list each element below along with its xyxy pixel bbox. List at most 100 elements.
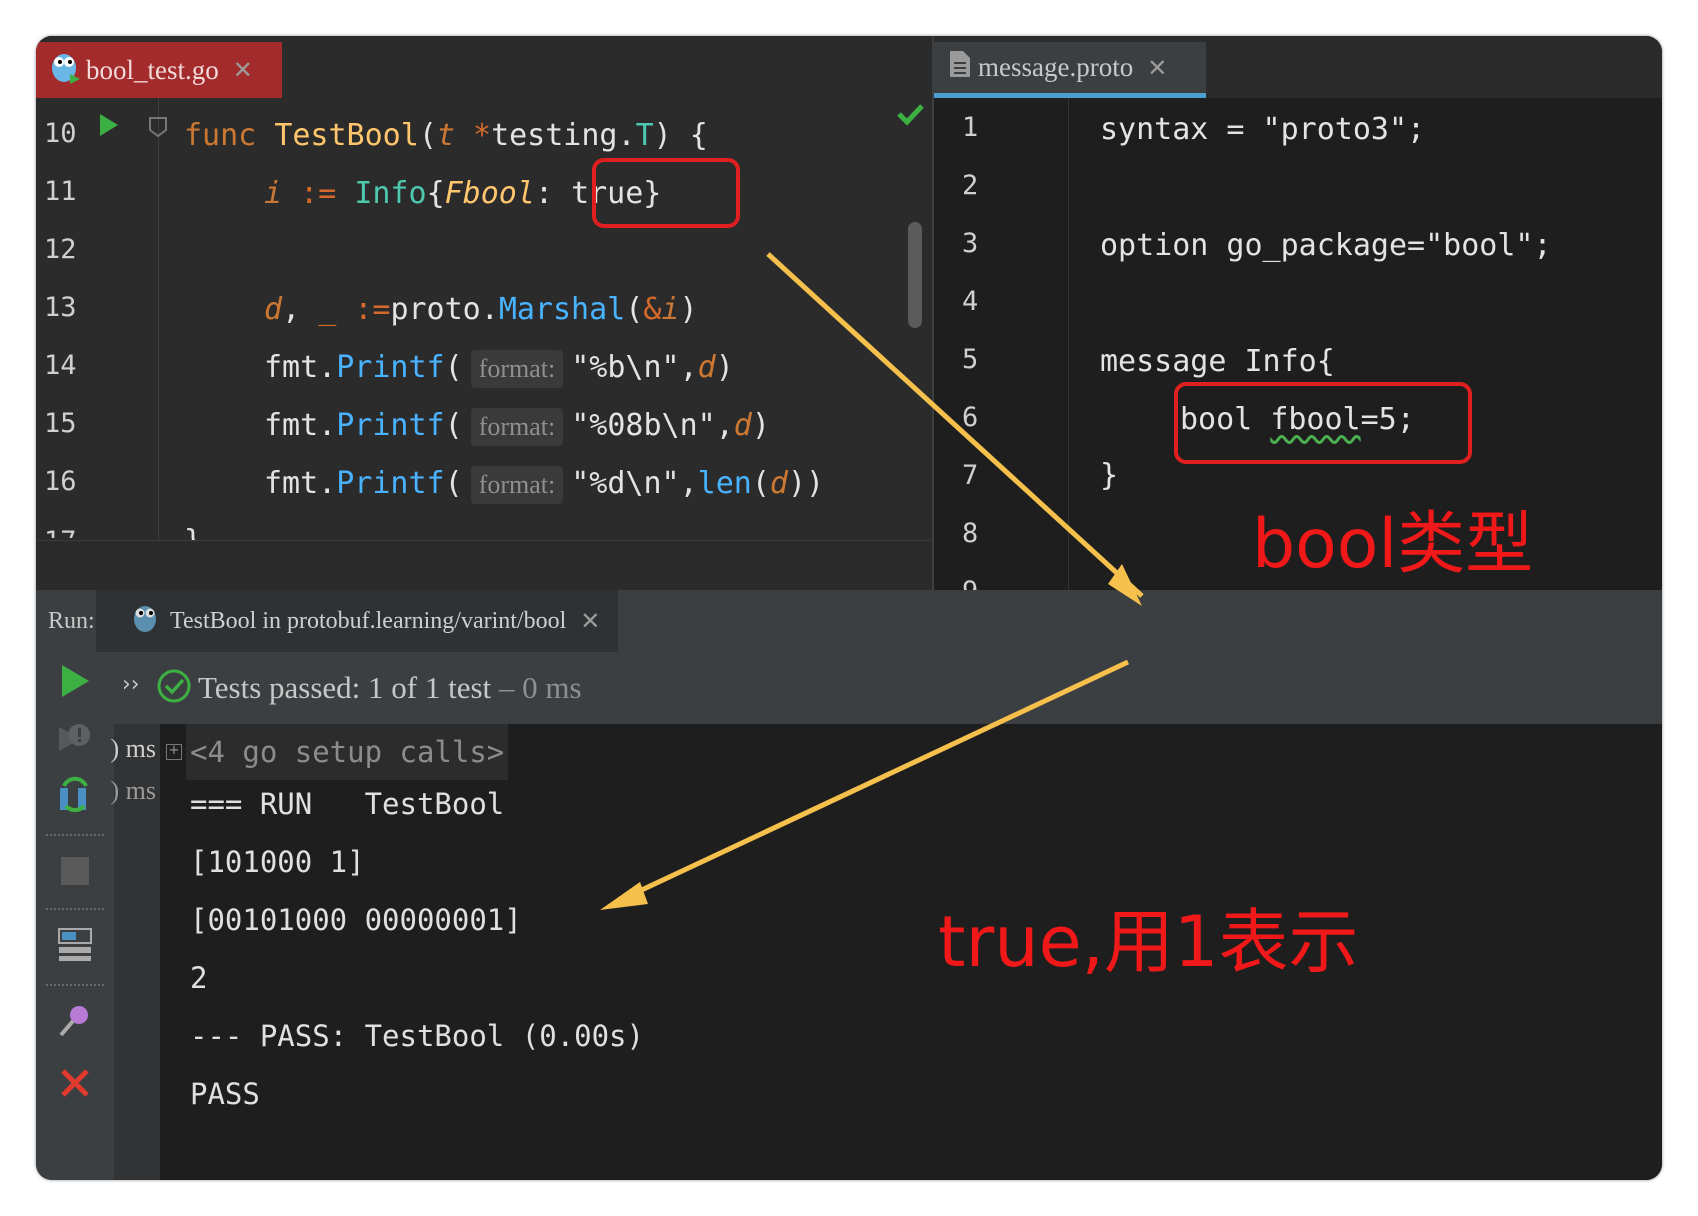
format-string: "%b\n" xyxy=(571,350,680,385)
var-d: d xyxy=(264,292,283,327)
fold-icon[interactable] xyxy=(148,116,168,143)
tab-message-proto[interactable]: message.proto ✕ xyxy=(934,42,1206,98)
code-line-16[interactable]: fmt.Printf(format: "%d\n",len(d)) xyxy=(264,464,824,504)
param-hint: format: xyxy=(470,408,564,446)
line-number: 3 xyxy=(962,228,979,259)
blank-identifier: _ xyxy=(318,292,337,327)
assign-op: := xyxy=(300,176,337,211)
line-number: 1 xyxy=(962,112,979,143)
tab-bool-test-go[interactable]: bool_test.go ✕ xyxy=(36,42,282,98)
package-fmt: fmt. xyxy=(264,350,337,385)
tree-time: ) ms xyxy=(110,734,157,763)
proto-line-message[interactable]: message Info{ xyxy=(1100,342,1335,382)
test-status-bar: ›› Tests passed: 1 of 1 test – 0 ms xyxy=(114,652,1662,724)
param-hint: format: xyxy=(470,466,564,504)
toolbar-separator xyxy=(46,834,104,836)
keyword-func: func xyxy=(184,118,257,153)
line-number: 15 xyxy=(44,408,77,439)
method-printf: Printf xyxy=(336,350,445,385)
layout-icon[interactable] xyxy=(54,924,96,966)
var-d: d xyxy=(697,350,716,385)
paren: ( xyxy=(625,292,644,327)
package-testing: testing. xyxy=(491,118,636,153)
close-run-icon[interactable] xyxy=(54,1062,96,1104)
rerun-icon[interactable] xyxy=(54,660,96,702)
proto-line-syntax[interactable]: syntax = "proto3"; xyxy=(1100,110,1425,150)
highlight-box-field xyxy=(1174,382,1472,464)
paren: ( xyxy=(751,466,770,501)
line-number: 10 xyxy=(44,118,77,149)
test-tree[interactable]: ) ms ) ms xyxy=(110,724,160,1180)
ide-window: bool_test.go ✕ 10 11 12 13 14 15 16 17 f… xyxy=(36,36,1662,1180)
toggle-auto-test-icon[interactable] xyxy=(54,774,96,816)
test-status-text: Tests passed: 1 of 1 test – 0 ms xyxy=(198,670,582,706)
address-op: & xyxy=(643,292,662,327)
field-fbool: Fbool xyxy=(444,176,535,211)
run-test-gutter-icon[interactable] xyxy=(98,112,120,143)
paren: ( xyxy=(444,466,463,501)
run-config-tab[interactable]: TestBool in protobuf.learning/varint/boo… xyxy=(96,590,618,652)
package-fmt: fmt. xyxy=(264,466,337,501)
expand-more-icon[interactable]: ›› xyxy=(122,672,140,697)
stop-icon[interactable] xyxy=(54,850,96,892)
run-tab-label: TestBool in protobuf.learning/varint/boo… xyxy=(170,607,567,634)
comma: , xyxy=(679,466,698,501)
rerun-failed-icon[interactable] xyxy=(54,718,96,760)
format-string: "%08b\n" xyxy=(571,408,716,443)
check-ok-icon xyxy=(896,102,924,131)
file-icon xyxy=(948,49,972,86)
colon: : xyxy=(534,176,553,211)
line-number-clipped: 9 xyxy=(962,576,978,590)
close-tab-icon[interactable]: ✕ xyxy=(1147,54,1167,82)
expand-icon[interactable]: + xyxy=(166,744,182,760)
highlight-box-true xyxy=(592,158,740,228)
proto-line-close[interactable]: } xyxy=(1100,456,1118,496)
close-tab-icon[interactable]: ✕ xyxy=(580,607,600,635)
console-line: PASS xyxy=(190,1077,260,1111)
gutter-divider xyxy=(1068,98,1069,590)
go-editor-pane[interactable]: bool_test.go ✕ 10 11 12 13 14 15 16 17 f… xyxy=(36,36,932,591)
console-line: [00101000 00000001] xyxy=(190,903,522,937)
function-name: TestBool xyxy=(274,118,419,153)
code-line-10[interactable]: func TestBool(t *testing.T) { xyxy=(184,116,708,156)
code-line-13[interactable]: d, _ :=proto.Marshal(&i) xyxy=(264,290,698,330)
builtin-len: len xyxy=(697,466,752,501)
param-hint: format: xyxy=(470,350,564,388)
proto-editor-tabbar: message.proto ✕ xyxy=(934,36,1662,98)
status-count: 1 of 1 test xyxy=(368,670,492,705)
run-panel-header: Run: TestBool in protobuf.learning/varin… xyxy=(36,590,1662,652)
paren: ) xyxy=(751,408,770,443)
paren: )) xyxy=(787,466,825,501)
tree-time: ) ms xyxy=(110,776,157,805)
gopher-icon xyxy=(50,50,80,91)
format-string: "%d\n" xyxy=(571,466,680,501)
close-tab-icon[interactable]: ✕ xyxy=(233,56,253,84)
line-number: 7 xyxy=(962,460,979,491)
line-number: 5 xyxy=(962,344,979,375)
folded-setup-calls[interactable]: <4 go setup calls> xyxy=(186,724,509,780)
method-marshal: Marshal xyxy=(498,292,626,327)
var-i: i xyxy=(661,292,680,327)
paren-brace: ) { xyxy=(653,118,708,153)
var-d: d xyxy=(733,408,752,443)
comma: , xyxy=(679,350,698,385)
code-line-17-clipped: } xyxy=(184,522,202,540)
console-line: --- PASS: TestBool (0.00s) xyxy=(190,1019,644,1053)
type-info: Info xyxy=(354,176,427,211)
proto-line-option[interactable]: option go_package="bool"; xyxy=(1100,226,1552,266)
passed-check-icon xyxy=(156,668,192,709)
line-number: 16 xyxy=(44,466,77,497)
status-time: – 0 ms xyxy=(498,670,582,705)
console-output[interactable]: + <4 go setup calls> === RUN TestBool [1… xyxy=(160,724,1662,1180)
code-line-14[interactable]: fmt.Printf(format: "%b\n",d) xyxy=(264,348,734,388)
console-line: 2 xyxy=(190,961,208,995)
line-number: 2 xyxy=(962,170,979,201)
paren: ) xyxy=(715,350,734,385)
toolbar-separator xyxy=(46,984,104,986)
code-line-15[interactable]: fmt.Printf(format: "%08b\n",d) xyxy=(264,406,770,446)
vertical-scrollbar[interactable] xyxy=(908,222,922,328)
line-number: 12 xyxy=(44,234,77,265)
assign-op: := xyxy=(354,292,391,327)
pin-icon[interactable] xyxy=(54,1000,96,1042)
var-i: i xyxy=(264,176,283,211)
